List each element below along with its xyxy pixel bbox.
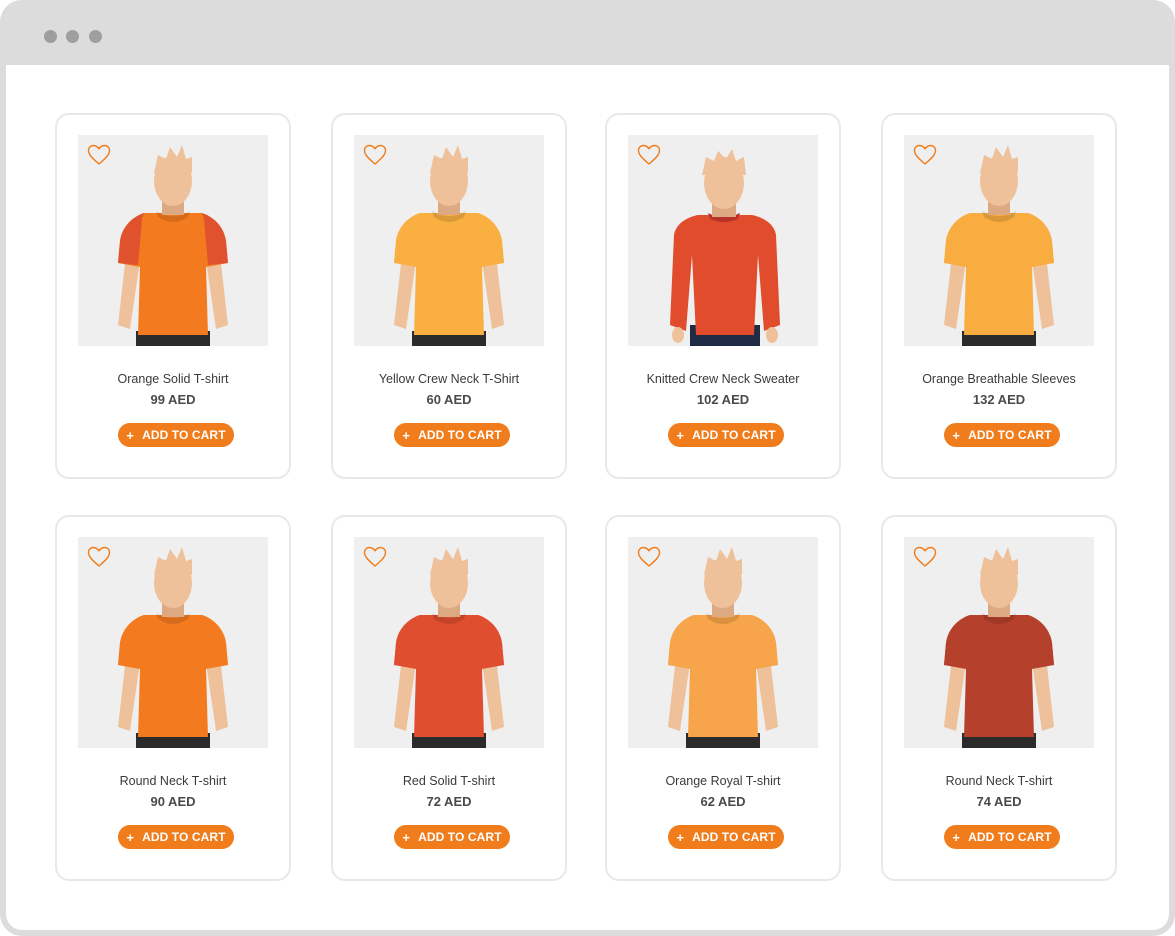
product-image[interactable]	[354, 537, 544, 748]
window-titlebar	[6, 0, 1169, 65]
close-dot[interactable]	[44, 30, 57, 43]
plus-icon: +	[126, 427, 135, 443]
plus-icon: +	[952, 427, 961, 443]
product-card[interactable]: Orange Royal T-shirt 62 AED + ADD TO CAR…	[605, 515, 841, 881]
add-to-cart-label: ADD TO CART	[968, 428, 1052, 442]
plus-icon: +	[676, 829, 685, 845]
product-image[interactable]	[628, 135, 818, 346]
model-illustration	[944, 145, 1054, 346]
product-image[interactable]	[628, 537, 818, 748]
add-to-cart-label: ADD TO CART	[692, 830, 776, 844]
product-name[interactable]: Round Neck T-shirt	[883, 774, 1115, 788]
product-card[interactable]: Orange Breathable Sleeves 132 AED + ADD …	[881, 113, 1117, 479]
add-to-cart-label: ADD TO CART	[418, 428, 502, 442]
product-name[interactable]: Red Solid T-shirt	[333, 774, 565, 788]
add-to-cart-button[interactable]: + ADD TO CART	[668, 423, 784, 447]
product-name[interactable]: Knitted Crew Neck Sweater	[607, 372, 839, 386]
wishlist-heart-icon[interactable]	[913, 546, 937, 568]
product-price: 90 AED	[150, 794, 196, 809]
product-name[interactable]: Round Neck T-shirt	[57, 774, 289, 788]
model-illustration	[118, 547, 228, 748]
product-price: 74 AED	[976, 794, 1022, 809]
plus-icon: +	[952, 829, 961, 845]
product-name[interactable]: Yellow Crew Neck T-Shirt	[333, 372, 565, 386]
maximize-dot[interactable]	[89, 30, 102, 43]
product-card[interactable]: Knitted Crew Neck Sweater 102 AED + ADD …	[605, 113, 841, 479]
add-to-cart-button[interactable]: + ADD TO CART	[118, 825, 234, 849]
minimize-dot[interactable]	[66, 30, 79, 43]
plus-icon: +	[402, 427, 411, 443]
product-card[interactable]: Round Neck T-shirt 90 AED + ADD TO CART	[55, 515, 291, 881]
model-illustration	[670, 149, 780, 346]
wishlist-heart-icon[interactable]	[363, 144, 387, 166]
add-to-cart-button[interactable]: + ADD TO CART	[944, 825, 1060, 849]
product-price: 99 AED	[150, 392, 196, 407]
product-price: 72 AED	[426, 794, 472, 809]
product-image[interactable]	[904, 135, 1094, 346]
wishlist-heart-icon[interactable]	[637, 144, 661, 166]
product-image[interactable]	[904, 537, 1094, 748]
model-illustration	[394, 145, 504, 346]
add-to-cart-label: ADD TO CART	[968, 830, 1052, 844]
add-to-cart-label: ADD TO CART	[418, 830, 502, 844]
model-illustration	[394, 547, 504, 748]
product-name[interactable]: Orange Royal T-shirt	[607, 774, 839, 788]
add-to-cart-label: ADD TO CART	[142, 428, 226, 442]
add-to-cart-label: ADD TO CART	[142, 830, 226, 844]
product-price: 62 AED	[700, 794, 746, 809]
add-to-cart-button[interactable]: + ADD TO CART	[944, 423, 1060, 447]
wishlist-heart-icon[interactable]	[637, 546, 661, 568]
add-to-cart-button[interactable]: + ADD TO CART	[668, 825, 784, 849]
add-to-cart-button[interactable]: + ADD TO CART	[118, 423, 234, 447]
wishlist-heart-icon[interactable]	[363, 546, 387, 568]
model-illustration	[118, 145, 228, 346]
product-image[interactable]	[78, 135, 268, 346]
plus-icon: +	[676, 427, 685, 443]
product-card[interactable]: Red Solid T-shirt 72 AED + ADD TO CART	[331, 515, 567, 881]
add-to-cart-button[interactable]: + ADD TO CART	[394, 825, 510, 849]
model-illustration	[668, 547, 778, 748]
product-card[interactable]: Orange Solid T-shirt 99 AED + ADD TO CAR…	[55, 113, 291, 479]
plus-icon: +	[126, 829, 135, 845]
product-name[interactable]: Orange Solid T-shirt	[57, 372, 289, 386]
product-image[interactable]	[354, 135, 544, 346]
product-image[interactable]	[78, 537, 268, 748]
wishlist-heart-icon[interactable]	[87, 546, 111, 568]
product-price: 60 AED	[426, 392, 472, 407]
wishlist-heart-icon[interactable]	[913, 144, 937, 166]
product-card[interactable]: Round Neck T-shirt 74 AED + ADD TO CART	[881, 515, 1117, 881]
product-card[interactable]: Yellow Crew Neck T-Shirt 60 AED + ADD TO…	[331, 113, 567, 479]
plus-icon: +	[402, 829, 411, 845]
product-price: 102 AED	[696, 392, 750, 407]
product-name[interactable]: Orange Breathable Sleeves	[883, 372, 1115, 386]
product-price: 132 AED	[972, 392, 1026, 407]
browser-window: Orange Solid T-shirt 99 AED + ADD TO CAR…	[0, 0, 1175, 936]
add-to-cart-button[interactable]: + ADD TO CART	[394, 423, 510, 447]
model-illustration	[944, 547, 1054, 748]
add-to-cart-label: ADD TO CART	[692, 428, 776, 442]
wishlist-heart-icon[interactable]	[87, 144, 111, 166]
